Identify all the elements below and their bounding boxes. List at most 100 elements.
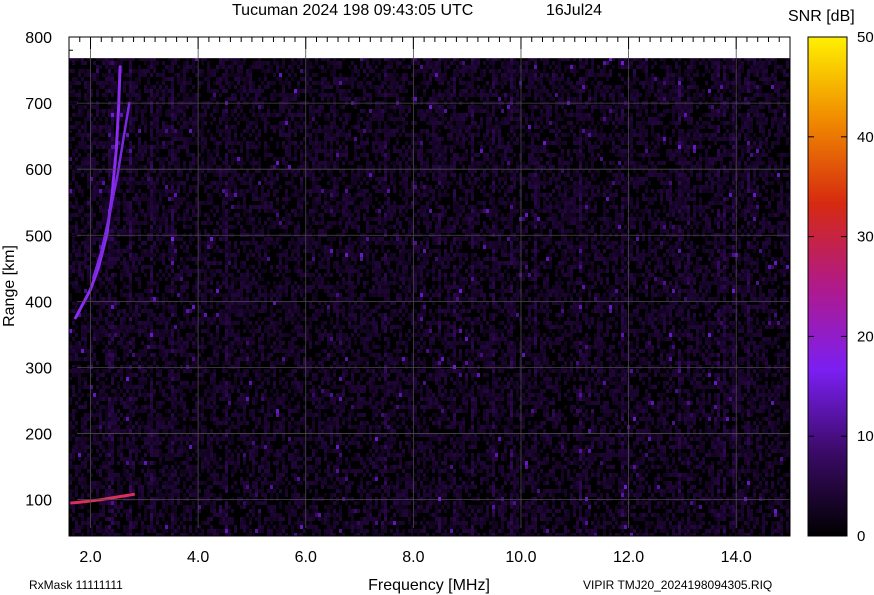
heatmap-cell xyxy=(108,61,111,65)
heatmap-cell xyxy=(210,321,213,325)
heatmap-cell xyxy=(222,173,225,177)
heatmap-cell xyxy=(267,325,270,329)
heatmap-cell xyxy=(72,385,75,389)
heatmap-cell xyxy=(174,309,177,313)
heatmap-cell xyxy=(228,449,231,453)
heatmap-cell xyxy=(207,165,210,169)
heatmap-cell xyxy=(192,141,195,145)
heatmap-cell xyxy=(237,489,240,493)
heatmap-cell xyxy=(183,393,186,397)
heatmap-cell xyxy=(186,201,189,205)
heatmap-cell xyxy=(264,473,267,477)
heatmap-cell xyxy=(258,469,261,473)
heatmap-cell xyxy=(168,125,171,129)
heatmap-cell xyxy=(228,149,231,153)
heatmap-cell xyxy=(165,145,168,149)
heatmap-cell xyxy=(132,189,135,193)
heatmap-cell xyxy=(222,65,225,69)
heatmap-cell xyxy=(138,429,141,433)
heatmap-cell xyxy=(147,201,150,205)
heatmap-cell xyxy=(270,293,273,297)
heatmap-cell xyxy=(159,425,162,429)
heatmap-cell xyxy=(102,189,105,193)
heatmap-cell xyxy=(180,441,183,445)
heatmap-cell xyxy=(129,65,132,69)
heatmap-cell xyxy=(129,85,132,89)
heatmap-cell xyxy=(261,305,264,309)
heatmap-cell xyxy=(156,173,159,177)
heatmap-cell xyxy=(171,349,174,353)
heatmap-cell xyxy=(141,153,144,157)
heatmap-cell xyxy=(183,117,186,121)
heatmap-cell xyxy=(231,93,234,97)
heatmap-cell xyxy=(249,97,252,101)
heatmap-cell xyxy=(243,265,246,269)
heatmap-cell xyxy=(228,217,231,221)
heatmap-cell xyxy=(177,161,180,165)
heatmap-cell xyxy=(75,221,78,225)
heatmap-cell xyxy=(138,277,141,281)
heatmap-cell xyxy=(156,125,159,129)
heatmap-cell xyxy=(171,441,174,445)
heatmap-cell xyxy=(165,125,168,129)
heatmap-cell xyxy=(78,165,81,169)
heatmap-cell xyxy=(252,325,255,329)
heatmap-cell xyxy=(105,317,108,321)
heatmap-cell xyxy=(159,373,162,377)
heatmap-cell xyxy=(270,397,273,401)
heatmap-cell xyxy=(201,429,204,433)
heatmap-cell xyxy=(255,121,258,125)
heatmap-cell xyxy=(138,205,141,209)
heatmap-cell xyxy=(234,481,237,485)
heatmap-cell xyxy=(222,393,225,397)
heatmap-cell xyxy=(114,345,117,349)
heatmap-cell xyxy=(114,333,117,337)
heatmap-cell xyxy=(249,329,252,333)
heatmap-cell xyxy=(111,321,114,325)
heatmap-cell xyxy=(183,325,186,329)
heatmap-cell xyxy=(249,73,252,77)
heatmap-cell xyxy=(78,169,81,173)
heatmap-cell xyxy=(264,501,267,505)
heatmap-cell xyxy=(264,289,267,293)
heatmap-cell xyxy=(240,349,243,353)
heatmap-cell xyxy=(150,121,153,125)
heatmap-cell xyxy=(210,517,213,521)
heatmap-cell xyxy=(213,181,216,185)
heatmap-cell xyxy=(210,169,213,173)
heatmap-cell xyxy=(228,529,231,533)
heatmap-cell xyxy=(174,193,177,197)
heatmap-cell xyxy=(180,461,183,465)
heatmap-cell xyxy=(216,357,219,361)
heatmap-cell xyxy=(84,229,87,233)
heatmap-cell xyxy=(186,285,189,289)
heatmap-cell xyxy=(270,309,273,313)
heatmap-cell xyxy=(213,189,216,193)
heatmap-cell xyxy=(171,385,174,389)
heatmap-cell xyxy=(213,497,216,501)
heatmap-cell xyxy=(162,417,165,421)
heatmap-cell xyxy=(186,385,189,389)
heatmap-cell xyxy=(75,205,78,209)
heatmap-cell xyxy=(177,481,180,485)
heatmap-cell xyxy=(228,405,231,409)
heatmap-cell xyxy=(102,477,105,481)
heatmap-cell xyxy=(141,325,144,329)
heatmap-cell xyxy=(264,497,267,501)
heatmap-cell xyxy=(129,329,132,333)
heatmap-cell xyxy=(105,269,108,273)
heatmap-cell xyxy=(174,361,177,365)
heatmap-cell xyxy=(75,325,78,329)
heatmap-cell xyxy=(249,173,252,177)
heatmap-cell xyxy=(213,73,216,77)
heatmap-cell xyxy=(84,345,87,349)
heatmap-cell xyxy=(150,529,153,533)
heatmap-cell xyxy=(183,249,186,253)
heatmap-cell xyxy=(168,89,171,93)
heatmap-cell xyxy=(168,153,171,157)
heatmap-cell xyxy=(186,297,189,301)
heatmap-cell xyxy=(162,217,165,221)
heatmap-cell xyxy=(129,513,132,517)
heatmap-cell xyxy=(183,261,186,265)
heatmap-cell xyxy=(87,245,90,249)
